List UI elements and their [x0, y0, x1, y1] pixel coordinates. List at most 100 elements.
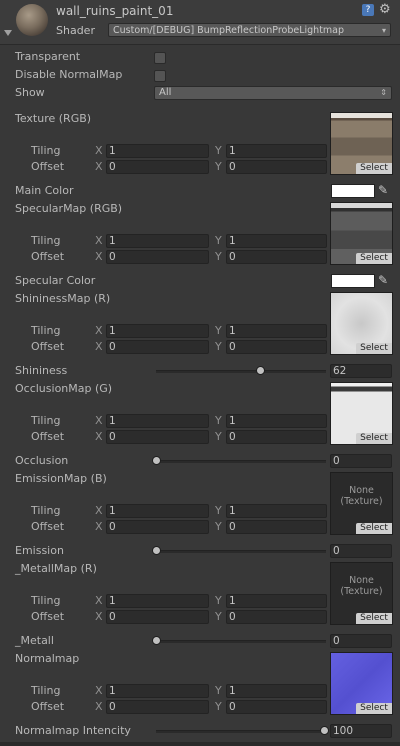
slider-track[interactable] — [156, 730, 326, 733]
eyedropper-icon[interactable]: ✎ — [378, 183, 388, 197]
select-button[interactable]: Select — [356, 253, 392, 264]
updown-arrow-icon: ⇕ — [380, 88, 387, 97]
slider-label: Occlusion — [15, 454, 69, 467]
offset-y-input[interactable]: 0 — [226, 250, 327, 264]
offset-x-input[interactable]: 0 — [106, 250, 209, 264]
slider-track[interactable] — [156, 460, 326, 463]
offset-y-input[interactable]: 0 — [226, 610, 327, 624]
show-dropdown[interactable]: All ⇕ — [154, 86, 392, 100]
offset-label: Offset — [31, 610, 65, 623]
x-label: X — [95, 234, 103, 247]
x-label: X — [95, 414, 103, 427]
help-icon[interactable]: ? — [362, 4, 374, 16]
color-swatch[interactable] — [331, 184, 375, 198]
select-button[interactable]: Select — [356, 433, 392, 444]
tiling-y-input[interactable]: 1 — [226, 504, 327, 518]
select-button[interactable]: Select — [356, 613, 392, 624]
tiling-y-input[interactable]: 1 — [226, 684, 327, 698]
texture-label: Texture (RGB) — [15, 112, 92, 125]
offset-y-input[interactable]: 0 — [226, 520, 327, 534]
y-label: Y — [215, 340, 222, 353]
disable-normalmap-checkbox[interactable] — [154, 70, 166, 82]
texture-slot[interactable]: Select — [330, 382, 393, 445]
foldout-arrow-icon[interactable] — [4, 30, 12, 36]
y-label: Y — [215, 234, 222, 247]
slider-value-input[interactable]: 0 — [330, 634, 392, 648]
offset-y-input[interactable]: 0 — [226, 160, 327, 174]
tiling-x-input[interactable]: 1 — [106, 324, 209, 338]
tiling-x-input[interactable]: 1 — [106, 144, 209, 158]
show-label: Show — [15, 86, 45, 99]
tiling-x-input[interactable]: 1 — [106, 504, 209, 518]
offset-label: Offset — [31, 430, 65, 443]
offset-x-input[interactable]: 0 — [106, 520, 209, 534]
offset-x-input[interactable]: 0 — [106, 430, 209, 444]
tiling-y-input[interactable]: 1 — [226, 234, 327, 248]
slider-track[interactable] — [156, 550, 326, 553]
tiling-x-input[interactable]: 1 — [106, 594, 209, 608]
tiling-y-input[interactable]: 1 — [226, 144, 327, 158]
offset-x-input[interactable]: 0 — [106, 340, 209, 354]
slider-value-input[interactable]: 0 — [330, 544, 392, 558]
tiling-x-input[interactable]: 1 — [106, 684, 209, 698]
shader-label: Shader — [56, 24, 95, 37]
y-label: Y — [215, 430, 222, 443]
x-label: X — [95, 684, 103, 697]
tiling-y-input[interactable]: 1 — [226, 414, 327, 428]
texture-slot[interactable]: Select — [330, 112, 393, 175]
slider-thumb[interactable] — [152, 456, 161, 465]
texture-slot[interactable]: Select — [330, 202, 393, 265]
eyedropper-icon[interactable]: ✎ — [378, 273, 388, 287]
y-label: Y — [215, 250, 222, 263]
offset-x-input[interactable]: 0 — [106, 160, 209, 174]
select-button[interactable]: Select — [356, 163, 392, 174]
offset-y-input[interactable]: 0 — [226, 430, 327, 444]
slider-label: Shininess — [15, 364, 68, 377]
select-button[interactable]: Select — [356, 523, 392, 534]
offset-y-input[interactable]: 0 — [226, 340, 327, 354]
transparent-checkbox[interactable] — [154, 52, 166, 64]
tiling-label: Tiling — [31, 684, 61, 697]
tiling-label: Tiling — [31, 594, 61, 607]
tiling-x-input[interactable]: 1 — [106, 414, 209, 428]
slider-thumb[interactable] — [256, 366, 266, 375]
tiling-label: Tiling — [31, 234, 61, 247]
select-button[interactable]: Select — [356, 703, 392, 714]
texture-slot[interactable]: Select — [330, 292, 393, 355]
texture-slot[interactable]: Select — [330, 652, 393, 715]
offset-x-input[interactable]: 0 — [106, 610, 209, 624]
offset-y-input[interactable]: 0 — [226, 700, 327, 714]
offset-x-input[interactable]: 0 — [106, 700, 209, 714]
slider-value-input[interactable]: 62 — [330, 364, 392, 378]
tiling-x-input[interactable]: 1 — [106, 234, 209, 248]
color-swatch[interactable] — [331, 274, 375, 288]
texture-slot[interactable]: None (Texture) Select — [330, 472, 393, 535]
texture-label: ShininessMap (R) — [15, 292, 111, 305]
y-label: Y — [215, 684, 222, 697]
slider-label: _Metall — [15, 634, 54, 647]
select-button[interactable]: Select — [356, 343, 392, 354]
y-label: Y — [215, 610, 222, 623]
texture-label-placeholder: (Texture) — [340, 586, 383, 597]
slider-value-input[interactable]: 0 — [330, 454, 392, 468]
y-label: Y — [215, 160, 222, 173]
x-label: X — [95, 504, 103, 517]
tiling-y-input[interactable]: 1 — [226, 324, 327, 338]
texture-label-placeholder: (Texture) — [340, 496, 383, 507]
texture-none-text: None (Texture) — [331, 485, 392, 507]
slider-thumb[interactable] — [152, 546, 161, 555]
slider-track[interactable] — [156, 370, 326, 373]
gear-icon[interactable]: ⚙ — [379, 2, 391, 17]
texture-slot[interactable]: None (Texture) Select — [330, 562, 393, 625]
slider-track[interactable] — [156, 640, 326, 643]
tiling-y-input[interactable]: 1 — [226, 594, 327, 608]
shader-dropdown[interactable]: Custom/[DEBUG] BumpReflectionProbeLightm… — [108, 23, 391, 37]
x-label: X — [95, 594, 103, 607]
offset-label: Offset — [31, 340, 65, 353]
offset-label: Offset — [31, 250, 65, 263]
x-label: X — [95, 520, 103, 533]
slider-thumb[interactable] — [152, 636, 161, 645]
slider-value-input[interactable]: 100 — [330, 724, 392, 738]
slider-thumb[interactable] — [320, 726, 329, 735]
y-label: Y — [215, 700, 222, 713]
